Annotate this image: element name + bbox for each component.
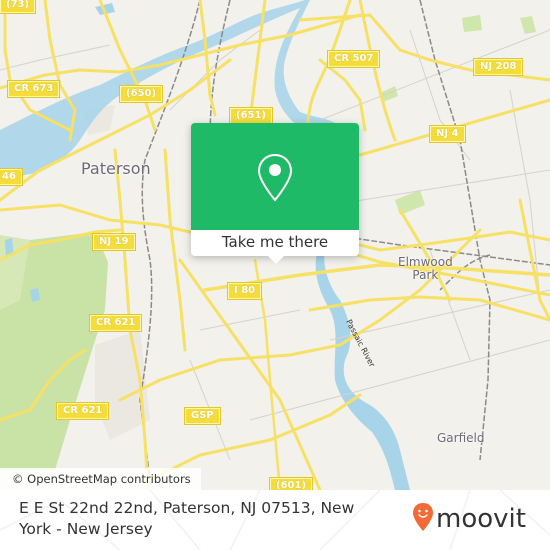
road-shield: CR 621 [55,402,110,420]
place-label-elmwood-park: Elmwood Park [398,256,453,282]
passaic-river [315,248,410,490]
place-label-paterson: Paterson [81,159,151,178]
destination-popup: Take me there [191,123,359,264]
road-shield: (651) [228,107,274,125]
place-label-elmwood-park-line2: Park [412,268,439,282]
road-shield: NJ 208 [472,58,524,76]
road-shield: 46 [0,168,23,186]
moovit-logo[interactable]: moovit [412,502,526,536]
address-text: E E St 22nd 22nd, Paterson, NJ 07513, Ne… [19,499,355,538]
moovit-wordmark: moovit [436,504,526,534]
moovit-pin-icon [412,502,434,536]
road-shield: GSP [184,407,221,425]
road-shield: I 80 [226,282,263,300]
location-pin-icon [257,153,293,207]
road-shield: NJ 4 [429,125,466,143]
road-shield: (601) [268,477,314,490]
park-area [520,16,536,34]
road-shield: CR 673 [6,80,61,98]
park-area [462,15,482,32]
take-me-there-button[interactable]: Take me there [191,230,359,256]
map-attribution[interactable]: © OpenStreetMap contributors [0,468,201,490]
place-label-garfield: Garfield [437,431,485,445]
popup-header [191,123,359,230]
road-shield: (73) [0,0,37,14]
popup-pointer [268,256,284,264]
road-shield: CR 621 [88,314,143,332]
footer-bar: E E St 22nd 22nd, Paterson, NJ 07513, Ne… [0,490,550,550]
road-shield: CR 507 [326,50,381,68]
road-shield: NJ 19 [92,233,136,251]
road-shield: (650) [118,85,164,103]
